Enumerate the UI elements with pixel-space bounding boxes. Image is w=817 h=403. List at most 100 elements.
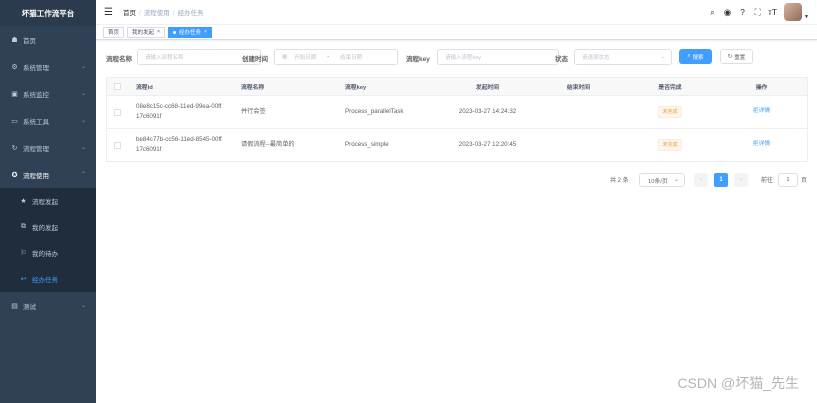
avatar[interactable] xyxy=(784,3,803,21)
column-header: 发起时间 xyxy=(442,78,533,95)
sidebar-item-label: 测试 xyxy=(23,303,36,311)
flow-use-icon: ✪ xyxy=(11,171,18,179)
tag-label: 首页 xyxy=(108,30,120,36)
main-content: ☰ 首页 / 流程使用 / 经办任务 ⌕ ◉ ? ⛶ ᴛT ▼ 首页 我的发起 × 经办任… xyxy=(96,0,817,403)
status-label: 状态 xyxy=(555,56,568,63)
search-form: 流程名称 请输入流程名称 创建时间 ▦ 开始日期 - 结束日期 流程key 请输… xyxy=(106,49,806,65)
font-size-icon[interactable]: ᴛT xyxy=(765,7,780,17)
cell-process-key: Process_parallelTask xyxy=(345,108,404,116)
select-all-checkbox[interactable] xyxy=(114,83,121,90)
tag-label: 经办任务 xyxy=(178,30,201,36)
cell-process-name: 并行会签 xyxy=(241,108,266,116)
next-page-button[interactable]: › xyxy=(734,173,748,187)
cell-action: 拒详情 xyxy=(716,129,807,161)
sidebar-item-home[interactable]: ☗ 首页 xyxy=(0,26,96,53)
github-icon[interactable]: ◉ xyxy=(720,7,735,18)
column-header: 流程key xyxy=(337,78,442,95)
breadcrumb-flow-use: 流程使用 xyxy=(143,10,170,17)
monitor-icon: ▣ xyxy=(11,90,18,98)
range-separator: - xyxy=(327,54,330,60)
process-key-input[interactable]: 请输入流程key xyxy=(437,49,559,65)
status-select[interactable]: 请选择状态 ⌄ xyxy=(574,49,672,65)
pagination: 共 2 条 10条/页 ⌄ ‹ 1 › 前往 1 页 xyxy=(96,172,808,188)
chevron-down-icon: ⌄ xyxy=(674,177,679,183)
search-icon[interactable]: ⌕ xyxy=(705,7,720,18)
sidebar-item-my-started[interactable]: ⧉ 我的发起 xyxy=(0,214,96,240)
cell-process-key: Process_simple xyxy=(345,141,389,149)
close-icon[interactable]: × xyxy=(204,29,207,35)
sidebar-item-label: 流程使用 xyxy=(23,172,49,180)
sidebar-item-system[interactable]: ⚙ 系统管理 ⌄ xyxy=(0,53,96,80)
sidebar-item-monitor[interactable]: ▣ 系统监控 ⌄ xyxy=(0,80,96,107)
page-number-current[interactable]: 1 xyxy=(714,173,728,187)
process-key-label: 流程key xyxy=(406,56,430,63)
process-name-label: 流程名称 xyxy=(106,56,132,63)
cell-end-time xyxy=(533,129,624,161)
cell-start-time: 2023-03-27 12:20:45 xyxy=(458,141,517,149)
cell-finished: 未完成 xyxy=(624,96,716,128)
close-icon[interactable]: × xyxy=(157,29,160,35)
sidebar-item-start-flow[interactable]: ★ 流程发起 xyxy=(0,188,96,214)
page-unit-label: 页 xyxy=(801,178,808,184)
goto-page-input[interactable]: 1 xyxy=(778,173,798,187)
row-checkbox[interactable] xyxy=(114,141,121,149)
reset-button[interactable]: ↻ 重置 xyxy=(720,49,753,64)
tag-handled-tasks[interactable]: 经办任务 × xyxy=(167,26,212,38)
chevron-down-icon: ⌄ xyxy=(80,303,86,309)
sidebar-item-label: 我的发起 xyxy=(32,225,58,232)
app-logo-title[interactable]: 坏猫工作流平台 xyxy=(0,0,96,26)
search-button[interactable]: ⌕ 搜索 xyxy=(679,49,712,64)
sidebar-item-tools[interactable]: ▭ 系统工具 ⌄ xyxy=(0,107,96,134)
column-header: 是否完成 xyxy=(624,78,716,95)
prev-page-button[interactable]: ‹ xyxy=(694,173,708,187)
star-icon: ★ xyxy=(20,198,27,205)
navbar-right: ⌕ ◉ ? ⛶ ᴛT ▼ xyxy=(705,3,809,21)
sidebar-item-test[interactable]: ▤ 测试 ⌄ xyxy=(0,292,96,319)
end-date-input[interactable]: 结束日期 xyxy=(340,53,362,61)
column-header: 流程id xyxy=(128,78,233,95)
sidebar-item-handled-tasks[interactable]: ↩ 经办任务 xyxy=(0,266,96,292)
tag-home[interactable]: 首页 xyxy=(103,26,125,38)
hamburger-icon[interactable]: ☰ xyxy=(104,7,113,18)
external-link-icon: ⧉ xyxy=(21,223,26,230)
dashboard-icon: ☗ xyxy=(11,36,18,44)
chevron-down-icon: ⌄ xyxy=(80,91,86,97)
flow-manage-icon: ↻ xyxy=(11,144,18,152)
sidebar: 坏猫工作流平台 ☗ 首页 ⚙ 系统管理 ⌄ ▣ 系统监控 ⌄ ▭ 系统工具 ⌄ … xyxy=(0,0,96,403)
sidebar-item-flow-use[interactable]: ✪ 流程使用 ⌃ xyxy=(0,161,96,188)
start-date-input[interactable]: 开始日期 xyxy=(294,53,316,61)
sidebar-item-label: 系统监控 xyxy=(23,91,49,99)
sidebar-item-flow-manage[interactable]: ↻ 流程管理 ⌄ xyxy=(0,134,96,161)
chevron-up-icon: ⌃ xyxy=(80,172,86,178)
sidebar-item-label: 系统管理 xyxy=(23,64,49,72)
pagination-total: 共 2 条 xyxy=(610,178,629,184)
sidebar-item-label: 系统工具 xyxy=(23,118,49,126)
detail-link[interactable]: 拒详情 xyxy=(753,140,770,149)
detail-link[interactable]: 拒详情 xyxy=(753,107,770,116)
tag-my-started[interactable]: 我的发起 × xyxy=(127,26,165,38)
page-size-select[interactable]: 10条/页 ⌄ xyxy=(639,173,685,187)
table-header-row: 流程id 流程名称 流程key 发起时间 结束时间 是否完成 操作 xyxy=(107,78,807,96)
breadcrumb-home[interactable]: 首页 xyxy=(123,10,136,17)
caret-down-icon[interactable]: ▼ xyxy=(804,14,809,20)
navbar: ☰ 首页 / 流程使用 / 经办任务 ⌕ ◉ ? ⛶ ᴛT ▼ xyxy=(96,0,817,25)
tag-label: 我的发起 xyxy=(132,30,155,36)
sidebar-item-label: 我的待办 xyxy=(32,251,58,258)
date-range-picker[interactable]: ▦ 开始日期 - 结束日期 xyxy=(274,49,398,65)
system-icon: ⚙ xyxy=(11,63,18,71)
column-header: 结束时间 xyxy=(533,78,624,95)
breadcrumb: 首页 / 流程使用 / 经办任务 xyxy=(122,10,204,17)
sidebar-item-label: 流程发起 xyxy=(32,199,58,206)
breadcrumb-current: 经办任务 xyxy=(177,10,204,17)
table-row: be84c77b-cc56-11ed-8545-00ff 17c6091f 请假… xyxy=(107,129,807,162)
column-header: 流程名称 xyxy=(233,78,337,95)
sidebar-item-my-todo[interactable]: ⚐ 我的待办 xyxy=(0,240,96,266)
sidebar-item-label: 首页 xyxy=(23,37,36,45)
help-icon[interactable]: ? xyxy=(735,7,750,17)
status-badge: 未完成 xyxy=(658,106,682,118)
row-checkbox[interactable] xyxy=(114,108,121,116)
row-select-cell xyxy=(107,129,128,161)
calendar-icon: ▦ xyxy=(282,54,288,60)
cell-process-id: 08e8c15c-cc68-11ed-99ea-00ff 17c6091f xyxy=(136,103,222,120)
fullscreen-icon[interactable]: ⛶ xyxy=(750,7,765,18)
